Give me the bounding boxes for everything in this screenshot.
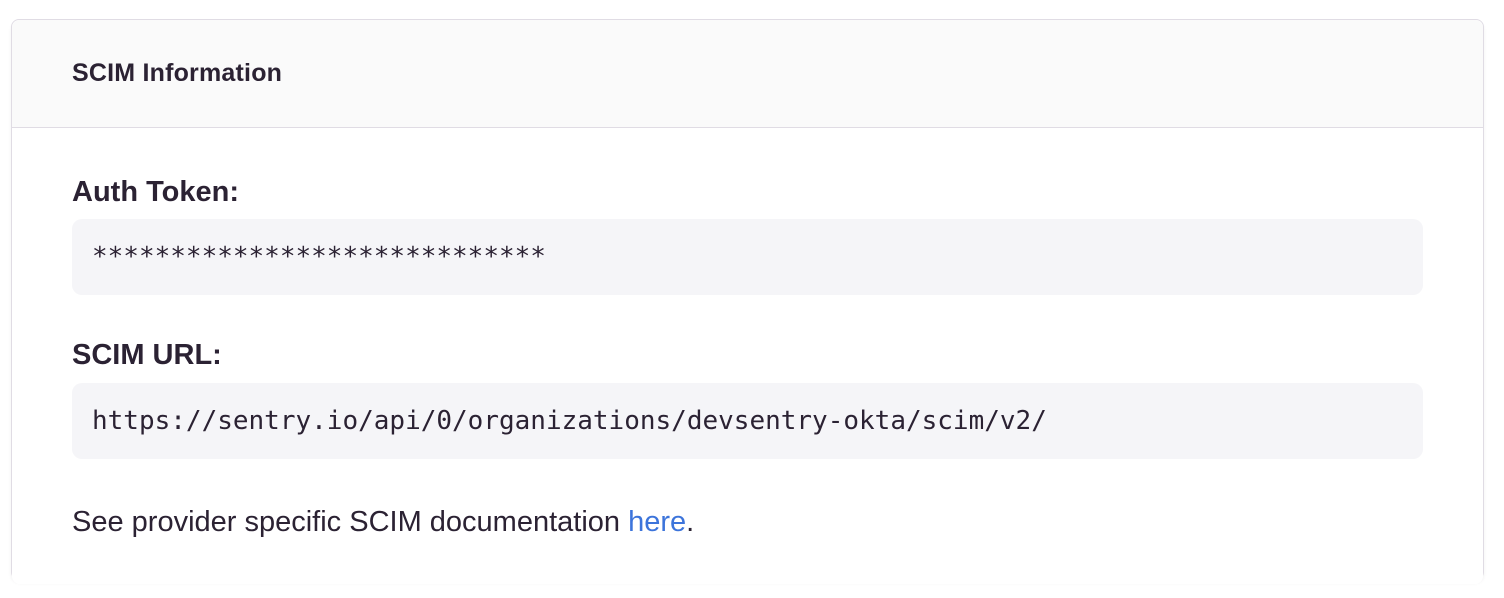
panel-header: SCIM Information (12, 20, 1483, 128)
scim-information-panel: SCIM Information Auth Token: ***********… (11, 19, 1484, 580)
panel-body: Auth Token: ****************************… (12, 128, 1483, 584)
scim-url-value: https://sentry.io/api/0/organizations/de… (72, 383, 1423, 459)
auth-token-value: ***************************** (72, 219, 1423, 295)
panel-title: SCIM Information (72, 59, 282, 88)
documentation-note: See provider specific SCIM documentation… (72, 504, 1423, 540)
documentation-note-text: See provider specific SCIM documentation (72, 506, 628, 538)
scim-url-label: SCIM URL: (72, 340, 1423, 370)
documentation-note-period: . (686, 506, 694, 538)
auth-token-label: Auth Token: (72, 177, 1423, 207)
documentation-here-link[interactable]: here (628, 506, 686, 538)
